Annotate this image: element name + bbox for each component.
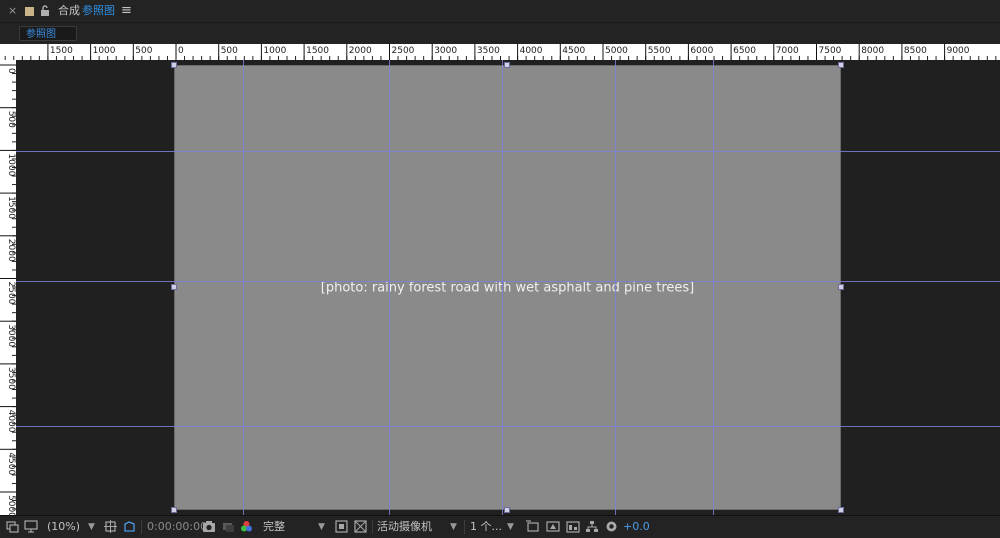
view-layout-dropdown[interactable]: 1 个... xyxy=(470,516,502,538)
ruler-tick-label: 8500 xyxy=(904,46,927,56)
ruler-tick-label: 2000 xyxy=(6,239,16,262)
ruler-tick-label: 1500 xyxy=(306,46,329,56)
flowchart-icon[interactable] xyxy=(585,520,599,533)
ruler-tick-label: 500 xyxy=(221,46,238,56)
exposure-value[interactable]: +0.0 xyxy=(623,516,650,538)
timeline-icon[interactable] xyxy=(566,520,580,533)
region-of-interest-icon[interactable] xyxy=(335,520,348,533)
composition-tab-strip: 参照图 xyxy=(0,23,1000,44)
ruler-tick-label: 5000 xyxy=(605,46,628,56)
guide-vertical[interactable] xyxy=(713,60,714,515)
resolution-dropdown[interactable]: 完整 xyxy=(263,516,285,538)
toolbar-separator xyxy=(141,520,142,534)
ruler-tick-label: 2500 xyxy=(6,282,16,305)
ruler-tick-label: 7000 xyxy=(776,46,799,56)
chevron-down-icon[interactable]: ▼ xyxy=(450,516,457,538)
ruler-tick-label: 0 xyxy=(178,46,184,56)
magnification-dropdown[interactable]: (10%) xyxy=(47,516,80,538)
ruler-tick-label: 4000 xyxy=(520,46,543,56)
ruler-tick-label: 1000 xyxy=(263,46,286,56)
camera-snapshot-icon[interactable] xyxy=(202,520,216,533)
photo-placeholder-label: [photo: rainy forest road with wet aspha… xyxy=(320,280,695,295)
transform-handle-top-left[interactable] xyxy=(171,62,177,68)
transform-handle-top[interactable] xyxy=(504,62,510,68)
ruler-tick-label: 1000 xyxy=(6,153,16,176)
chevron-down-icon[interactable]: ▼ xyxy=(88,516,95,538)
ruler-tick-label: 6500 xyxy=(733,46,756,56)
transform-handle-bottom[interactable] xyxy=(504,507,510,513)
fast-previews-icon[interactable] xyxy=(546,520,560,533)
ruler-tick-label: 2500 xyxy=(392,46,415,56)
ruler-tick-label: 8000 xyxy=(861,46,884,56)
guide-vertical[interactable] xyxy=(389,60,390,515)
camera-view-dropdown[interactable]: 活动摄像机 xyxy=(377,516,432,538)
ruler-tick-label: 4500 xyxy=(6,452,16,475)
tab-composition[interactable]: 参照图 xyxy=(19,26,77,41)
footage-photo: [photo: rainy forest road with wet aspha… xyxy=(174,65,841,510)
composition-viewport[interactable]: [photo: rainy forest road with wet aspha… xyxy=(16,60,1000,515)
fit-region-icon[interactable] xyxy=(104,520,117,533)
horizontal-ruler-ticks: 1500 1000 500 0 500 1000 1500 2000 2500 3000 3500 4… xyxy=(4,44,997,60)
ruler-tick-label: 9000 xyxy=(947,46,970,56)
monitor-icon[interactable] xyxy=(24,520,38,533)
toggle-pixel-aspect-icon[interactable] xyxy=(526,520,540,533)
toolbar-separator xyxy=(464,520,465,534)
composition-frame[interactable]: [photo: rainy forest road with wet aspha… xyxy=(174,65,841,510)
transform-handle-bottom-right[interactable] xyxy=(838,507,844,513)
ruler-tick-label: 4000 xyxy=(6,410,16,433)
toolbar-separator xyxy=(372,520,373,534)
composition-viewer-toolbar: (10%) ▼ 0:00:00:00 完整 ▼ 活动摄像机 ▼ 1 个... ▼ xyxy=(0,515,1000,538)
ruler-tick-label: 2000 xyxy=(349,46,372,56)
lock-icon[interactable] xyxy=(40,5,50,17)
ruler-tick-label: 500 xyxy=(6,111,16,128)
panel-menu-icon[interactable]: ≡ xyxy=(121,0,132,22)
chevron-down-icon[interactable]: ▼ xyxy=(507,516,514,538)
current-time-display[interactable]: 0:00:00:00 xyxy=(147,516,207,538)
ruler-tick-label: 1500 xyxy=(50,46,73,56)
ruler-tick-label: 5500 xyxy=(648,46,671,56)
ruler-tick-label: 1500 xyxy=(6,196,16,219)
chevron-down-icon[interactable]: ▼ xyxy=(318,516,325,538)
ruler-tick-label: 0 xyxy=(6,68,16,74)
composition-name[interactable]: 参照图 xyxy=(82,0,115,22)
show-snapshot-icon[interactable] xyxy=(222,520,235,533)
ruler-tick-label: 7500 xyxy=(819,46,842,56)
ruler-tick-label: 3500 xyxy=(477,46,500,56)
vertical-ruler[interactable]: 0 500 1000 1500 2000 2500 3000 3500 4000 4500 5000 xyxy=(0,60,16,515)
ruler-tick-label: 1000 xyxy=(93,46,116,56)
ruler-tick-label: 3000 xyxy=(6,324,16,347)
mask-path-icon[interactable] xyxy=(123,520,136,533)
composition-label: 合成 xyxy=(58,4,80,17)
transform-handle-bottom-left[interactable] xyxy=(171,507,177,513)
close-panel-icon[interactable]: × xyxy=(8,0,17,22)
guide-horizontal[interactable] xyxy=(16,151,1000,152)
transform-handle-left[interactable] xyxy=(171,284,177,290)
guide-horizontal[interactable] xyxy=(16,426,1000,427)
always-preview-icon[interactable] xyxy=(6,520,19,533)
guide-vertical[interactable] xyxy=(243,60,244,515)
ruler-tick-label: 5000 xyxy=(6,495,16,515)
ruler-tick-label: 500 xyxy=(135,46,152,56)
channel-rgb-icon[interactable] xyxy=(240,520,253,533)
transform-handle-right[interactable] xyxy=(838,284,844,290)
ruler-tick-label: 4500 xyxy=(562,46,585,56)
guide-vertical[interactable] xyxy=(502,60,503,515)
exposure-reset-icon[interactable] xyxy=(605,520,618,533)
composition-panel-header: × 合成 参照图 ≡ xyxy=(0,0,1000,23)
horizontal-ruler[interactable]: 1500 1000 500 0 500 1000 1500 2000 2500 3000 3500 4… xyxy=(0,44,1000,60)
transparency-grid-icon[interactable] xyxy=(354,520,367,533)
ruler-tick-label: 3500 xyxy=(6,367,16,390)
guide-vertical[interactable] xyxy=(615,60,616,515)
label-color-swatch[interactable] xyxy=(25,7,34,16)
vertical-ruler-ticks: 0 500 1000 1500 2000 2500 3000 3500 4000 4500 5000 xyxy=(0,64,16,515)
ruler-tick-label: 3000 xyxy=(434,46,457,56)
transform-handle-top-right[interactable] xyxy=(838,62,844,68)
guide-horizontal[interactable] xyxy=(16,281,1000,282)
ruler-tick-label: 6000 xyxy=(690,46,713,56)
